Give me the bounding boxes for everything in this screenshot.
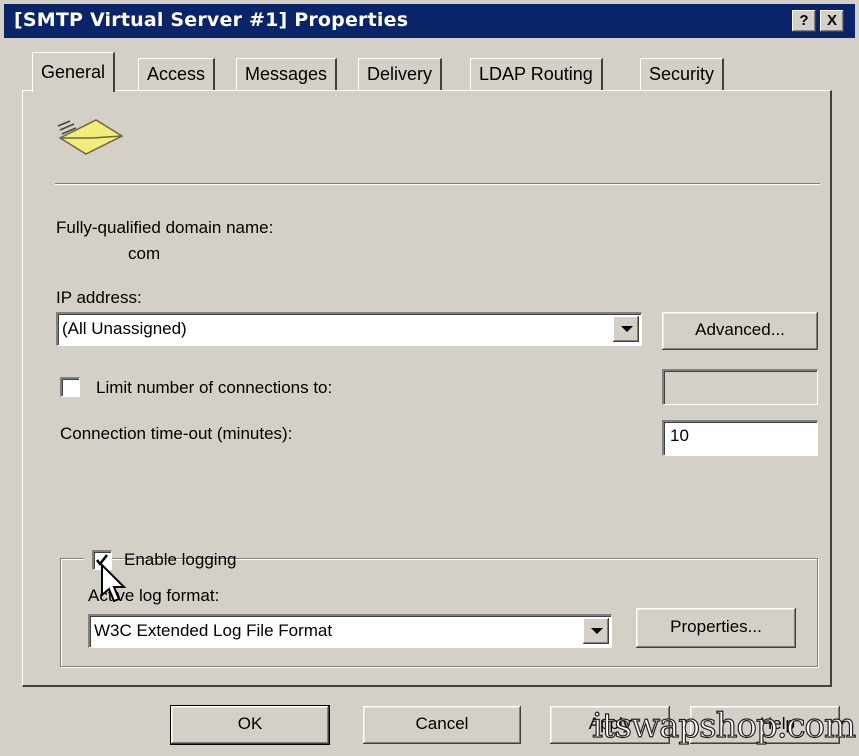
tab-ldap-routing[interactable]: LDAP Routing: [470, 58, 603, 90]
watermark-text: itswapshop.com: [591, 705, 856, 746]
tab-messages[interactable]: Messages: [236, 58, 338, 90]
general-tab-panel: [22, 90, 832, 687]
cancel-button[interactable]: Cancel: [363, 706, 521, 744]
close-title-button[interactable]: X: [820, 10, 844, 32]
tab-delivery[interactable]: Delivery: [358, 58, 443, 90]
help-title-button[interactable]: ?: [792, 10, 816, 32]
ok-button[interactable]: OK: [170, 705, 330, 745]
tab-general[interactable]: General: [32, 52, 116, 92]
tab-access-label: Access: [147, 64, 206, 84]
tab-access[interactable]: Access: [138, 58, 216, 90]
window-title: [SMTP Virtual Server #1] Properties: [14, 9, 409, 31]
tab-ldap-routing-label: LDAP Routing: [479, 64, 593, 84]
tab-security-label: Security: [649, 64, 715, 84]
tab-general-label: General: [41, 62, 106, 82]
mouse-pointer-icon: [101, 563, 127, 603]
tab-delivery-label: Delivery: [367, 64, 433, 84]
tab-messages-label: Messages: [245, 64, 328, 84]
properties-dialog: [SMTP Virtual Server #1] Properties ? X …: [0, 0, 859, 756]
tab-security[interactable]: Security: [640, 58, 725, 90]
title-bar[interactable]: [SMTP Virtual Server #1] Properties ? X: [4, 4, 855, 38]
